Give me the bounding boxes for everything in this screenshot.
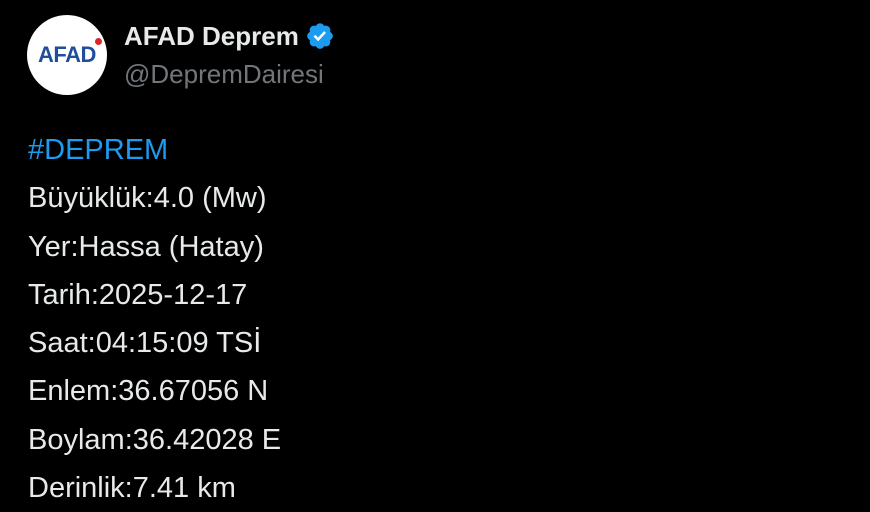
display-name[interactable]: AFAD Deprem — [124, 23, 299, 49]
account-handle[interactable]: @DepremDairesi — [124, 58, 324, 90]
magnitude-line: Büyüklük:4.0 (Mw) — [28, 182, 267, 215]
author-name-row: AFAD Deprem — [124, 18, 335, 54]
date-line: Tarih:2025-12-17 — [28, 278, 248, 311]
time-line: Saat:04:15:09 TSİ — [28, 327, 262, 360]
avatar[interactable]: AFAD — [27, 15, 107, 95]
hashtag-link[interactable]: #DEPREM — [28, 126, 281, 174]
longitude-line: Boylam:36.42028 E — [28, 423, 282, 456]
location-line: Yer:Hassa (Hatay) — [28, 230, 264, 263]
avatar-logo-text: AFAD — [38, 42, 96, 67]
tweet-card[interactable]: AFAD AFAD Deprem @DepremDairesi #DEPREM … — [0, 0, 870, 504]
latitude-line: Enlem:36.67056 N — [28, 375, 269, 408]
tweet-body: #DEPREM Büyüklük:4.0 (Mw) Yer:Hassa (Hat… — [28, 126, 281, 512]
logo-red-dot — [94, 38, 102, 45]
afad-logo: AFAD — [38, 38, 102, 67]
verified-badge-icon[interactable] — [305, 21, 335, 51]
depth-line: Derinlik:7.41 km — [28, 472, 236, 505]
